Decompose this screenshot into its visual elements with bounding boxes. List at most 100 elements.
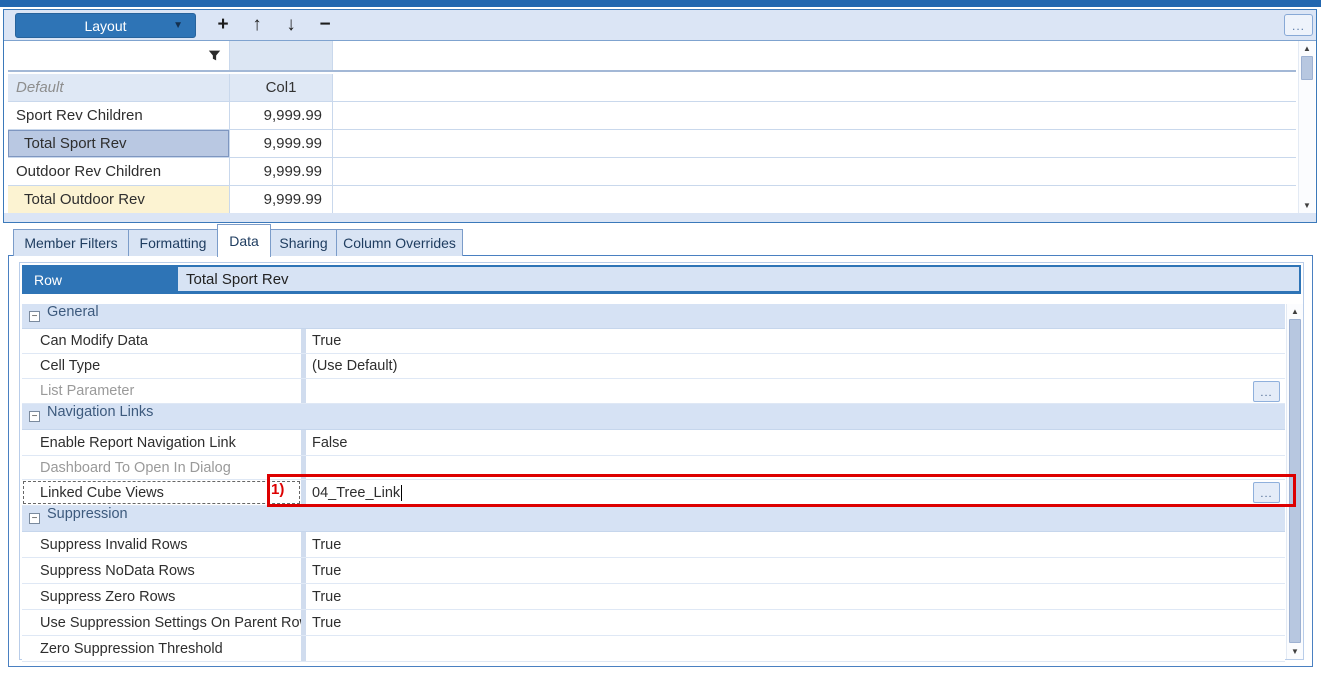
data-tab-panel: Row Total Sport Rev − General Can Modify…	[8, 255, 1313, 667]
cube-view-grid: Default Col1 Sport Rev Children 9,999.99…	[4, 41, 1297, 214]
property-label[interactable]: List Parameter	[22, 379, 301, 403]
property-row-suppress-zero-rows: Suppress Zero Rows True	[22, 584, 1285, 610]
row-header-cell-highlighted[interactable]: Total Outdoor Rev	[8, 186, 230, 213]
text-cursor	[401, 484, 403, 501]
grid-row-highlighted: Total Outdoor Rev 9,999.99	[8, 186, 1296, 214]
toolbar-more-button[interactable]: ...	[1284, 14, 1313, 36]
tab-sharing[interactable]: Sharing	[270, 229, 337, 256]
property-row-can-modify-data: Can Modify Data True	[22, 329, 1285, 354]
tab-column-overrides[interactable]: Column Overrides	[336, 229, 463, 256]
row-header-bar: Row Total Sport Rev	[22, 265, 1301, 294]
delete-row-icon[interactable]: −	[314, 11, 336, 39]
grid-row-selected: Total Sport Rev 9,999.99	[8, 130, 1296, 158]
property-grid: − General Can Modify Data True Cell Type…	[22, 304, 1285, 662]
property-row-suppress-invalid-rows: Suppress Invalid Rows True	[22, 532, 1285, 558]
data-cell[interactable]: 9,999.99	[230, 102, 333, 129]
tab-data[interactable]: Data	[217, 224, 271, 257]
property-value[interactable]: True	[306, 584, 1285, 609]
scrollbar-thumb[interactable]	[1301, 56, 1313, 80]
property-row-use-suppression-settings-on-parent-rows: Use Suppression Settings On Parent Rows …	[22, 610, 1285, 636]
property-label[interactable]: Enable Report Navigation Link	[22, 430, 301, 455]
linked-cube-views-browse-button[interactable]: ...	[1253, 482, 1280, 503]
grid-filter-row	[8, 41, 1296, 72]
grid-row: Sport Rev Children 9,999.99	[8, 102, 1296, 130]
layout-dropdown-button[interactable]: Layout ▼	[15, 13, 196, 38]
row-header-cell[interactable]: Sport Rev Children	[8, 102, 230, 129]
grid-vertical-scrollbar[interactable]: ▲ ▼	[1298, 41, 1315, 213]
app-window: Layout ▼ + ↑ ↓ − ... Default Col1 Sport …	[0, 0, 1321, 673]
property-row-enable-report-navigation-link: Enable Report Navigation Link False	[22, 430, 1285, 456]
tab-formatting[interactable]: Formatting	[128, 229, 218, 256]
property-value[interactable]: True	[306, 610, 1285, 635]
property-label[interactable]: Suppress Invalid Rows	[22, 532, 301, 557]
group-label: Suppression	[47, 506, 128, 522]
grid-column-header[interactable]: Col1	[230, 74, 333, 101]
property-row-cell-type: Cell Type (Use Default)	[22, 354, 1285, 379]
property-label[interactable]: Can Modify Data	[22, 329, 301, 353]
scroll-down-icon[interactable]: ▼	[1287, 645, 1303, 658]
move-row-down-icon[interactable]: ↓	[280, 11, 302, 39]
list-parameter-browse-button[interactable]: ...	[1253, 381, 1280, 402]
grid-toolbar: Layout ▼ + ↑ ↓ − ...	[4, 10, 1316, 41]
property-row-list-parameter: List Parameter ...	[22, 379, 1285, 404]
filter-cell-col1[interactable]	[230, 41, 333, 70]
collapse-icon[interactable]: −	[29, 411, 40, 422]
filter-funnel-icon	[208, 50, 221, 61]
group-label: Navigation Links	[47, 404, 154, 420]
annotation-marker: 1)	[271, 481, 285, 498]
property-row-dashboard-to-open-in-dialog: Dashboard To Open In Dialog	[22, 456, 1285, 480]
data-cell[interactable]: 9,999.99	[230, 186, 333, 213]
layout-dropdown-label: Layout	[84, 17, 127, 34]
row-header-cell-selected[interactable]: Total Sport Rev	[8, 130, 230, 157]
property-label[interactable]: Use Suppression Settings On Parent Rows	[22, 610, 301, 635]
property-label[interactable]: Dashboard To Open In Dialog	[22, 456, 301, 479]
linked-cube-views-value: 04_Tree_Link	[312, 484, 401, 501]
property-label[interactable]: Suppress Zero Rows	[22, 584, 301, 609]
property-label-focused[interactable]: Linked Cube Views	[22, 480, 301, 505]
property-value[interactable]	[306, 636, 1285, 661]
property-row-linked-cube-views: Linked Cube Views 04_Tree_Link ...	[22, 480, 1285, 506]
property-row-zero-suppression-threshold: Zero Suppression Threshold	[22, 636, 1285, 662]
scroll-down-icon[interactable]: ▼	[1299, 199, 1315, 212]
scroll-up-icon[interactable]: ▲	[1299, 42, 1315, 55]
collapse-icon[interactable]: −	[29, 310, 40, 322]
group-label: General	[47, 304, 99, 320]
window-title-strip	[0, 0, 1321, 7]
linked-cube-views-editor[interactable]: 04_Tree_Link ...	[306, 480, 1285, 505]
grid-corner-header[interactable]: Default	[8, 74, 230, 101]
row-bar-label: Row	[34, 271, 63, 288]
data-cell[interactable]: 9,999.99	[230, 130, 333, 157]
group-suppression[interactable]: − Suppression	[22, 506, 1285, 532]
property-label[interactable]: Zero Suppression Threshold	[22, 636, 301, 661]
property-row-suppress-nodata-rows: Suppress NoData Rows True	[22, 558, 1285, 584]
property-label[interactable]: Suppress NoData Rows	[22, 558, 301, 583]
property-editor: Row Total Sport Rev − General Can Modify…	[19, 262, 1304, 662]
tab-member-filters[interactable]: Member Filters	[13, 229, 129, 256]
scrollbar-thumb[interactable]	[1289, 319, 1301, 643]
row-bar-member: Total Sport Rev	[178, 267, 1299, 291]
collapse-icon[interactable]: −	[29, 513, 40, 524]
grid-bottom-strip	[4, 213, 1316, 222]
property-label[interactable]: Cell Type	[22, 354, 301, 378]
data-cell[interactable]: 9,999.99	[230, 158, 333, 185]
property-value[interactable]: True	[306, 532, 1285, 557]
row-edit-buttons: + ↑ ↓ −	[212, 11, 336, 39]
cube-view-panel: Layout ▼ + ↑ ↓ − ... Default Col1 Sport …	[3, 9, 1317, 223]
grid-header-row: Default Col1	[8, 74, 1296, 102]
filter-cell[interactable]	[8, 41, 230, 70]
grid-row: Outdoor Rev Children 9,999.99	[8, 158, 1296, 186]
property-value[interactable]: True	[306, 558, 1285, 583]
chevron-down-icon: ▼	[173, 20, 183, 31]
move-row-up-icon[interactable]: ↑	[246, 11, 268, 39]
property-value[interactable]: True	[306, 329, 1285, 353]
group-general[interactable]: − General	[22, 304, 1285, 329]
scroll-up-icon[interactable]: ▲	[1287, 305, 1303, 318]
row-header-cell[interactable]: Outdoor Rev Children	[8, 158, 230, 185]
property-vertical-scrollbar[interactable]: ▲ ▼	[1286, 304, 1303, 659]
property-value[interactable]: False	[306, 430, 1285, 455]
add-row-icon[interactable]: +	[212, 11, 234, 39]
property-value[interactable]: ...	[306, 379, 1285, 403]
property-value[interactable]	[306, 456, 1285, 479]
group-navigation-links[interactable]: − Navigation Links	[22, 404, 1285, 430]
property-value[interactable]: (Use Default)	[306, 354, 1285, 378]
